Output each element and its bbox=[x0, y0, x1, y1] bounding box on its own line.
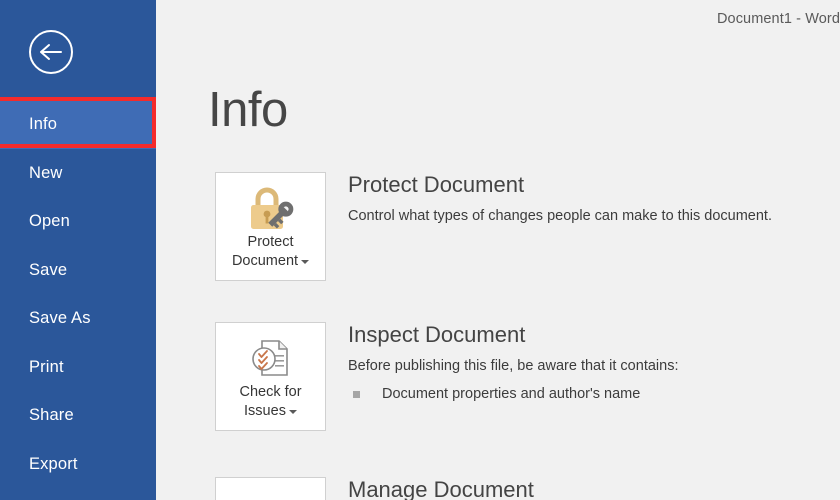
backstage-sidebar: Info New Open Save Save As Print Share E… bbox=[0, 0, 156, 500]
manage-document-details: Manage Document bbox=[348, 477, 818, 500]
list-item: Document properties and author's name bbox=[348, 385, 818, 404]
info-pane: Info Protect Document Protect Document C… bbox=[156, 42, 840, 500]
sidebar-item-export[interactable]: Export bbox=[0, 440, 156, 489]
bullet-label: Document properties and author's name bbox=[382, 386, 641, 402]
tile-label-line1: Check for bbox=[239, 384, 302, 400]
section-heading: Inspect Document bbox=[348, 322, 526, 347]
sidebar-item-new[interactable]: New bbox=[0, 149, 156, 198]
sidebar-item-label: Save bbox=[29, 260, 68, 279]
check-for-issues-button[interactable]: Check for Issues bbox=[215, 322, 326, 431]
tile-label-line2: Document bbox=[231, 253, 299, 269]
sidebar-item-info[interactable]: Info bbox=[0, 100, 156, 149]
sidebar-item-share[interactable]: Share bbox=[0, 391, 156, 440]
padlock-key-icon bbox=[245, 185, 297, 231]
back-arrow-glyph bbox=[40, 44, 62, 60]
backstage-nav-list: Info New Open Save Save As Print Share E… bbox=[0, 100, 156, 488]
backstage-view: Info New Open Save Save As Print Share E… bbox=[0, 0, 840, 500]
section-heading: Manage Document bbox=[348, 477, 534, 500]
sidebar-item-print[interactable]: Print bbox=[0, 343, 156, 392]
tile-label-line2: Issues bbox=[244, 403, 286, 419]
sidebar-item-save[interactable]: Save bbox=[0, 246, 156, 295]
chevron-down-icon[interactable] bbox=[301, 260, 310, 265]
section-description: Before publishing this file, be aware th… bbox=[348, 358, 679, 374]
manage-document-icon bbox=[245, 490, 297, 500]
sidebar-item-save-as[interactable]: Save As bbox=[0, 294, 156, 343]
section-heading: Protect Document bbox=[348, 172, 525, 197]
sidebar-item-open[interactable]: Open bbox=[0, 197, 156, 246]
back-arrow-icon[interactable] bbox=[29, 30, 73, 74]
title-bar: Document1 - Word bbox=[156, 0, 840, 42]
page-title: Info bbox=[208, 83, 288, 137]
inspect-document-details: Inspect Document Before publishing this … bbox=[348, 322, 818, 404]
sidebar-item-label: Open bbox=[29, 212, 70, 230]
section-description: Control what types of changes people can… bbox=[348, 208, 772, 224]
sidebar-item-label: Print bbox=[29, 357, 64, 376]
sidebar-item-label: Info bbox=[29, 115, 58, 133]
sidebar-item-label: New bbox=[29, 163, 63, 182]
tile-label-line1: Protect bbox=[247, 234, 294, 250]
sidebar-item-label: Save As bbox=[29, 309, 91, 327]
manage-document-button[interactable] bbox=[215, 477, 326, 500]
protect-document-button[interactable]: Protect Document bbox=[215, 172, 326, 281]
bullet-square-icon bbox=[353, 391, 360, 398]
window-title: Document1 - Word bbox=[716, 11, 840, 27]
sidebar-item-label: Export bbox=[29, 454, 78, 473]
tile-label: Check for Issues bbox=[216, 383, 325, 421]
chevron-down-icon[interactable] bbox=[288, 410, 297, 415]
document-inspect-icon bbox=[245, 335, 297, 381]
protect-document-details: Protect Document Control what types of c… bbox=[348, 172, 818, 226]
tile-label: Protect Document bbox=[216, 233, 325, 271]
sidebar-item-label: Share bbox=[29, 406, 74, 424]
